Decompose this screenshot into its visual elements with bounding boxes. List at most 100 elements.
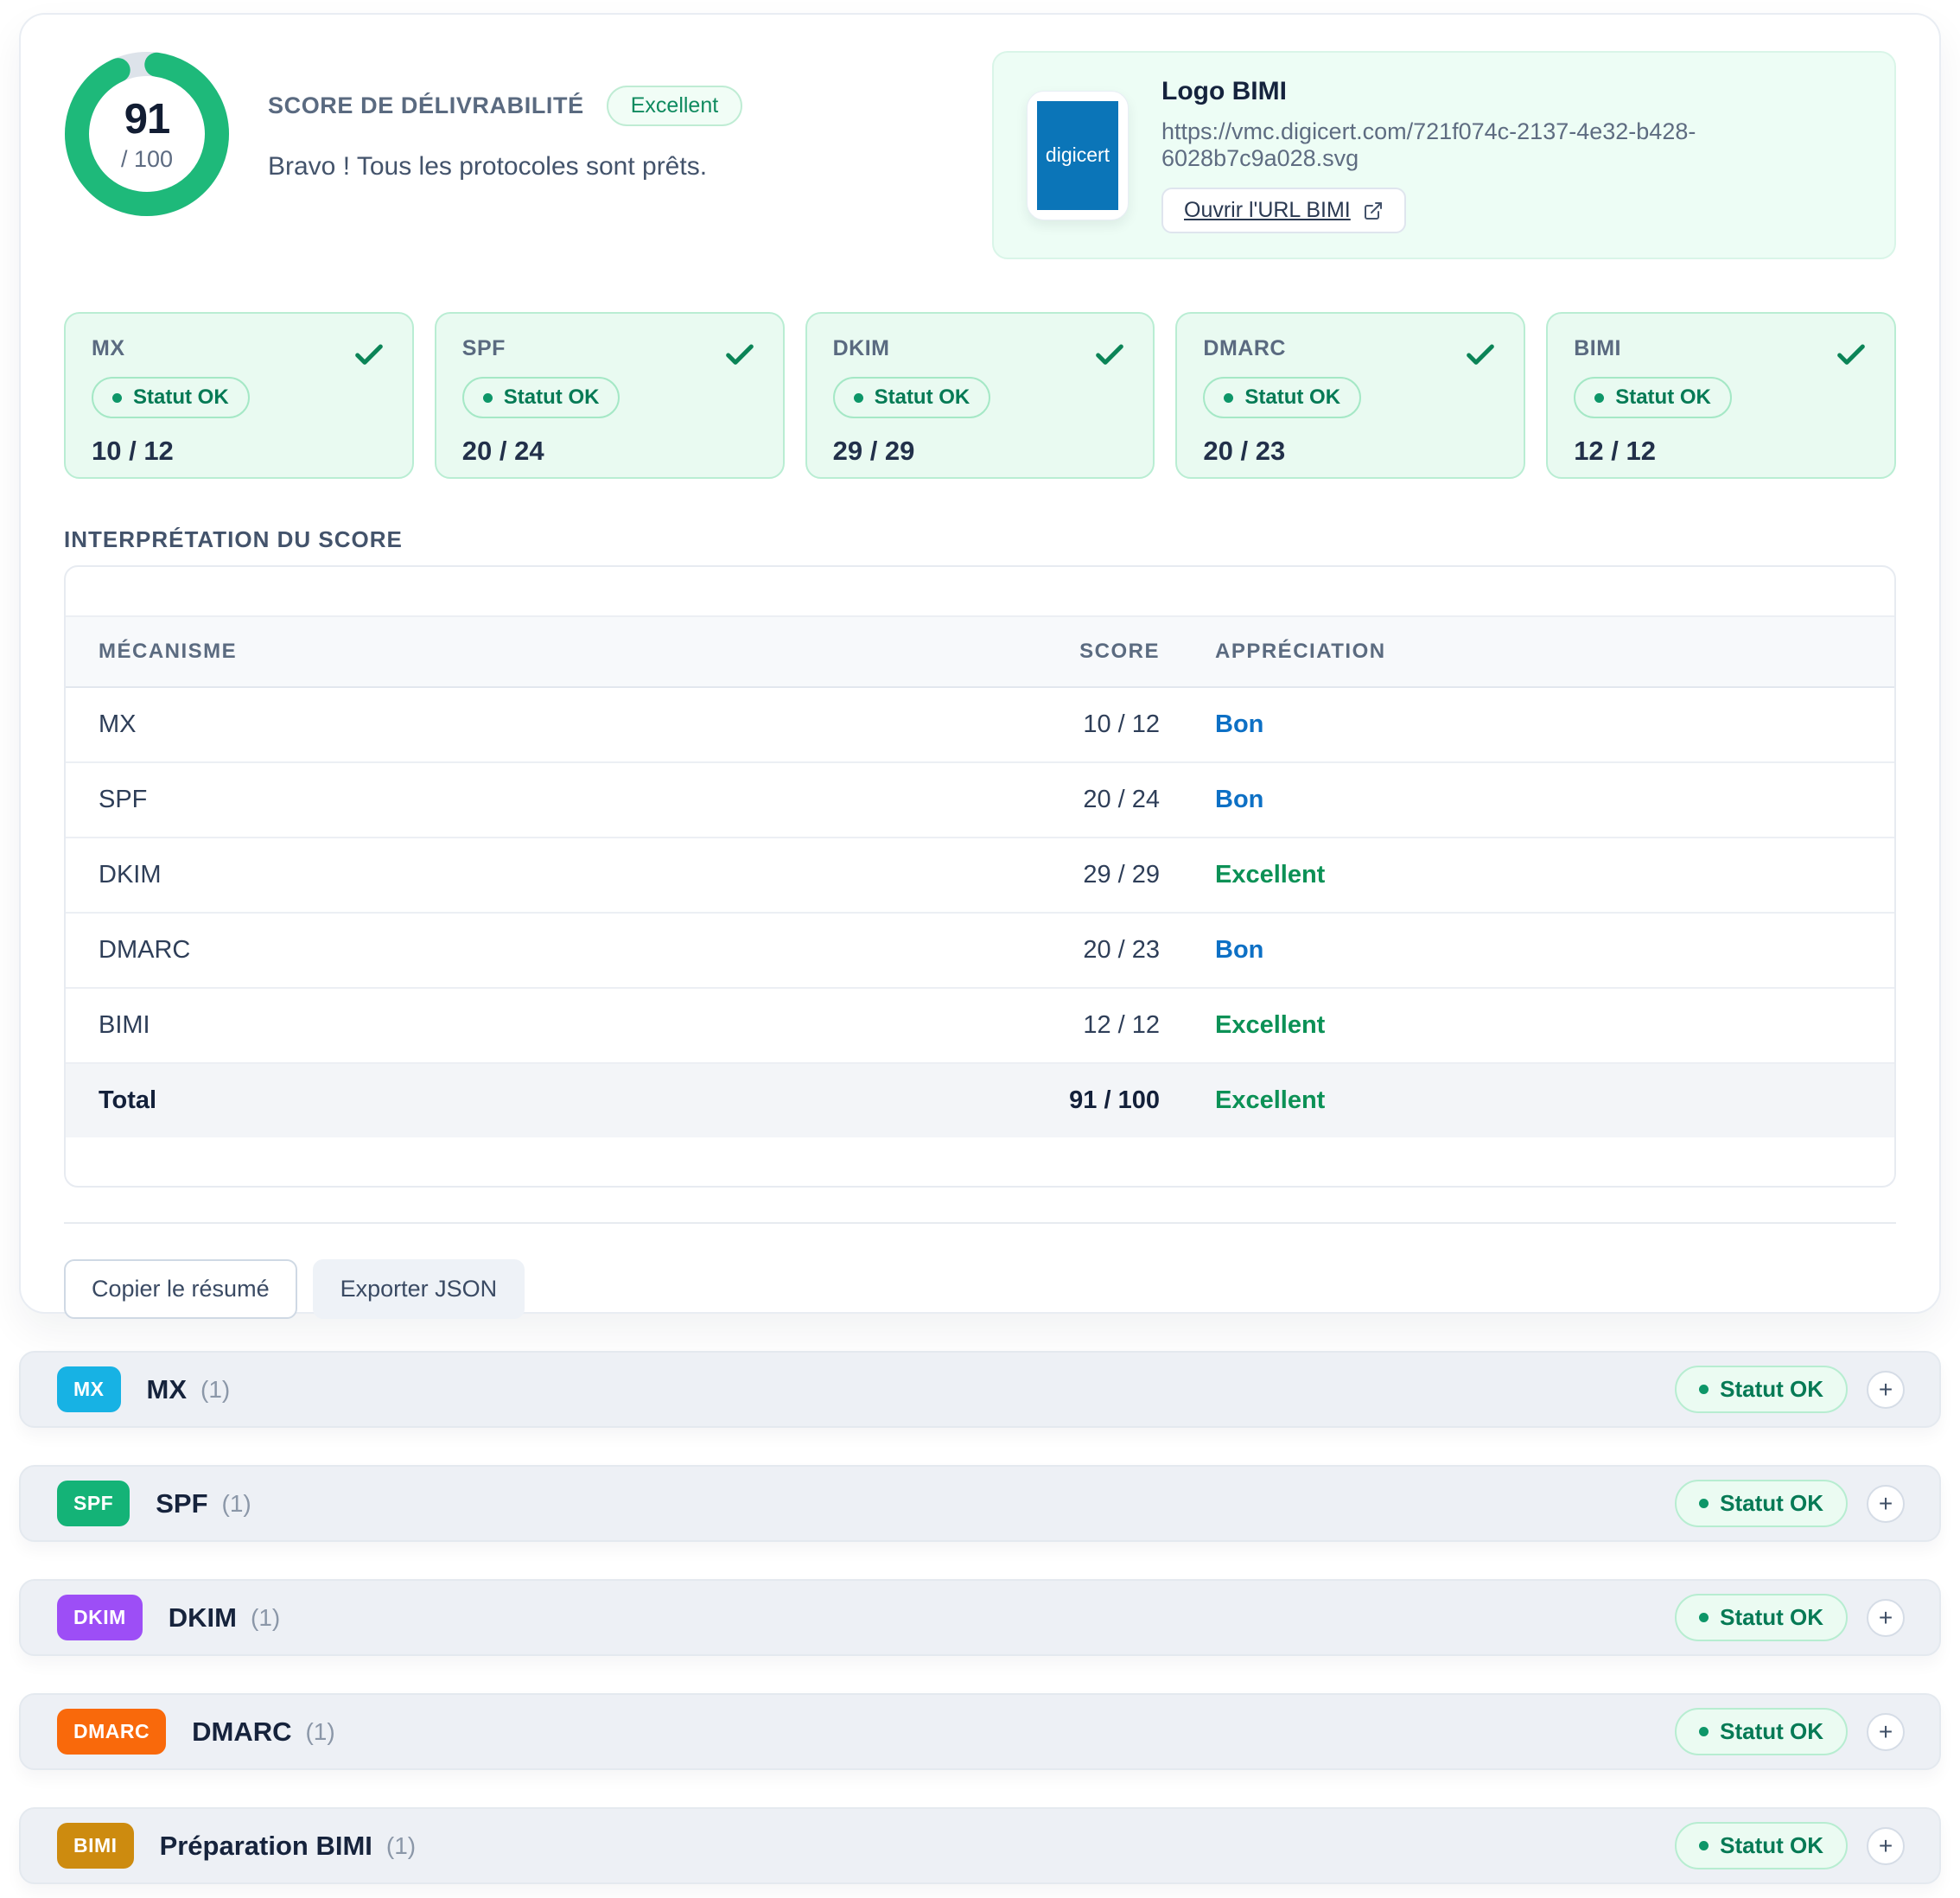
status-badge: Statut OK [462, 377, 620, 418]
cell-mechanism: DKIM [66, 838, 935, 913]
cell-score: 20 / 24 [935, 762, 1160, 838]
accordion-row-bimi[interactable]: BIMI Préparation BIMI (1) Statut OK + [19, 1807, 1941, 1884]
status-card-score: 29 / 29 [833, 436, 1128, 467]
gauge-center: 91 / 100 [64, 51, 230, 217]
table-header-row: MÉCANISME SCORE APPRÉCIATION [66, 616, 1894, 687]
protocol-badge: SPF [57, 1481, 130, 1526]
cell-score: 12 / 12 [935, 988, 1160, 1063]
status-badge: Statut OK [1675, 1366, 1848, 1413]
cell-appreciation: Bon [1215, 936, 1263, 964]
accordion-title: DMARC [192, 1716, 291, 1748]
status-badge: Statut OK [1574, 377, 1732, 418]
cell-total-appreciation: Excellent [1215, 1086, 1325, 1114]
status-card-label: DMARC [1203, 336, 1498, 361]
column-header-appreciation: APPRÉCIATION [1160, 616, 1894, 687]
bimi-card-title: Logo BIMI [1161, 77, 1861, 106]
status-badge-label: Statut OK [133, 385, 229, 410]
plus-icon: + [1879, 1834, 1893, 1858]
hero-section: 91 / 100 SCORE DE DÉLIVRABILITÉ Excellen… [64, 51, 1896, 259]
accordion-title: SPF [156, 1488, 207, 1519]
cell-mechanism: DMARC [66, 913, 935, 988]
cell-appreciation: Bon [1215, 786, 1263, 813]
accordion-title: MX [147, 1374, 188, 1405]
protocol-badge: BIMI [57, 1823, 134, 1869]
status-dot-icon [1224, 393, 1233, 403]
cell-mechanism: SPF [66, 762, 935, 838]
status-dot-icon [1699, 1727, 1709, 1736]
cell-mechanism: MX [66, 687, 935, 762]
status-badge-label: Statut OK [1615, 385, 1711, 410]
accordion-row-spf[interactable]: SPF SPF (1) Statut OK + [19, 1465, 1941, 1542]
status-badge-label: Statut OK [875, 385, 970, 410]
status-dot-icon [1699, 1841, 1709, 1850]
status-dot-icon [1594, 393, 1604, 403]
table-row: MX 10 / 12 Bon [66, 687, 1894, 762]
protocol-badge: MX [57, 1366, 121, 1412]
cell-appreciation: Bon [1215, 710, 1263, 738]
score-text-block: SCORE DE DÉLIVRABILITÉ Excellent Bravo !… [268, 86, 742, 182]
status-dot-icon [1699, 1613, 1709, 1622]
status-card-label: DKIM [833, 336, 1128, 361]
actions-bar: Copier le résumé Exporter JSON [64, 1259, 1896, 1319]
status-badge: Statut OK [833, 377, 991, 418]
accordion-row-mx[interactable]: MX MX (1) Statut OK + [19, 1351, 1941, 1428]
cell-appreciation: Excellent [1215, 1011, 1325, 1039]
status-badge: Statut OK [1675, 1594, 1848, 1641]
interpretation-section-title: INTERPRÉTATION DU SCORE [64, 526, 1896, 553]
accordion-row-dkim[interactable]: DKIM DKIM (1) Statut OK + [19, 1579, 1941, 1656]
bimi-url: https://vmc.digicert.com/721f074c-2137-4… [1161, 118, 1861, 172]
grade-badge: Excellent [607, 86, 742, 126]
status-card-score: 12 / 12 [1574, 436, 1868, 467]
export-json-button[interactable]: Exporter JSON [313, 1259, 525, 1319]
protocol-status-row: MX Statut OK 10 / 12 SPF Statut OK 20 / … [64, 312, 1896, 479]
bimi-logo-card: digicert Logo BIMI https://vmc.digicert.… [992, 51, 1896, 259]
status-badge: Statut OK [1675, 1822, 1848, 1869]
status-card-mx: MX Statut OK 10 / 12 [64, 312, 414, 479]
accordion-count: (1) [305, 1718, 334, 1746]
cell-score: 29 / 29 [935, 838, 1160, 913]
status-card-bimi: BIMI Statut OK 12 / 12 [1546, 312, 1896, 479]
column-header-mechanism: MÉCANISME [66, 616, 935, 687]
plus-icon: + [1879, 1606, 1893, 1630]
score-subtitle: Bravo ! Tous les protocoles sont prêts. [268, 152, 742, 182]
status-card-spf: SPF Statut OK 20 / 24 [435, 312, 785, 479]
status-dot-icon [1699, 1499, 1709, 1508]
cell-appreciation: Excellent [1215, 861, 1325, 888]
interpretation-table-card: MÉCANISME SCORE APPRÉCIATION MX 10 / 12 … [64, 565, 1896, 1188]
check-icon [1092, 338, 1127, 373]
cell-total-label: Total [66, 1063, 935, 1137]
protocol-badge: DKIM [57, 1595, 143, 1640]
plus-icon: + [1879, 1378, 1893, 1402]
score-max: / 100 [121, 146, 173, 173]
open-bimi-url-button[interactable]: Ouvrir l'URL BIMI [1161, 188, 1406, 233]
status-badge-label: Statut OK [504, 385, 600, 410]
status-card-score: 20 / 23 [1203, 436, 1498, 467]
status-card-label: SPF [462, 336, 757, 361]
status-card-dkim: DKIM Statut OK 29 / 29 [805, 312, 1155, 479]
table-row: DMARC 20 / 23 Bon [66, 913, 1894, 988]
status-card-score: 20 / 24 [462, 436, 757, 467]
score-gauge: 91 / 100 [64, 51, 230, 217]
expand-button[interactable]: + [1867, 1371, 1905, 1409]
deliverability-dashboard: 91 / 100 SCORE DE DÉLIVRABILITÉ Excellen… [0, 0, 1960, 1898]
cell-score: 20 / 23 [935, 913, 1160, 988]
expand-button[interactable]: + [1867, 1713, 1905, 1751]
open-bimi-url-label: Ouvrir l'URL BIMI [1184, 198, 1351, 223]
accordion-count: (1) [222, 1490, 251, 1518]
protocol-badge: DMARC [57, 1709, 166, 1755]
expand-button[interactable]: + [1867, 1599, 1905, 1637]
bimi-logo-tile: digicert [1027, 91, 1129, 220]
copy-summary-button[interactable]: Copier le résumé [64, 1259, 297, 1319]
status-badge-label: Statut OK [1244, 385, 1340, 410]
status-badge-label: Statut OK [1720, 1832, 1823, 1859]
status-badge: Statut OK [1203, 377, 1361, 418]
status-card-dmarc: DMARC Statut OK 20 / 23 [1175, 312, 1525, 479]
table-total-row: Total 91 / 100 Excellent [66, 1063, 1894, 1137]
table-row: SPF 20 / 24 Bon [66, 762, 1894, 838]
protocol-accordion-list: MX MX (1) Statut OK + SPF SPF (1) Statut… [19, 1351, 1941, 1898]
check-icon [722, 338, 757, 373]
expand-button[interactable]: + [1867, 1827, 1905, 1865]
footer-divider [64, 1222, 1896, 1224]
expand-button[interactable]: + [1867, 1485, 1905, 1523]
accordion-row-dmarc[interactable]: DMARC DMARC (1) Statut OK + [19, 1693, 1941, 1770]
